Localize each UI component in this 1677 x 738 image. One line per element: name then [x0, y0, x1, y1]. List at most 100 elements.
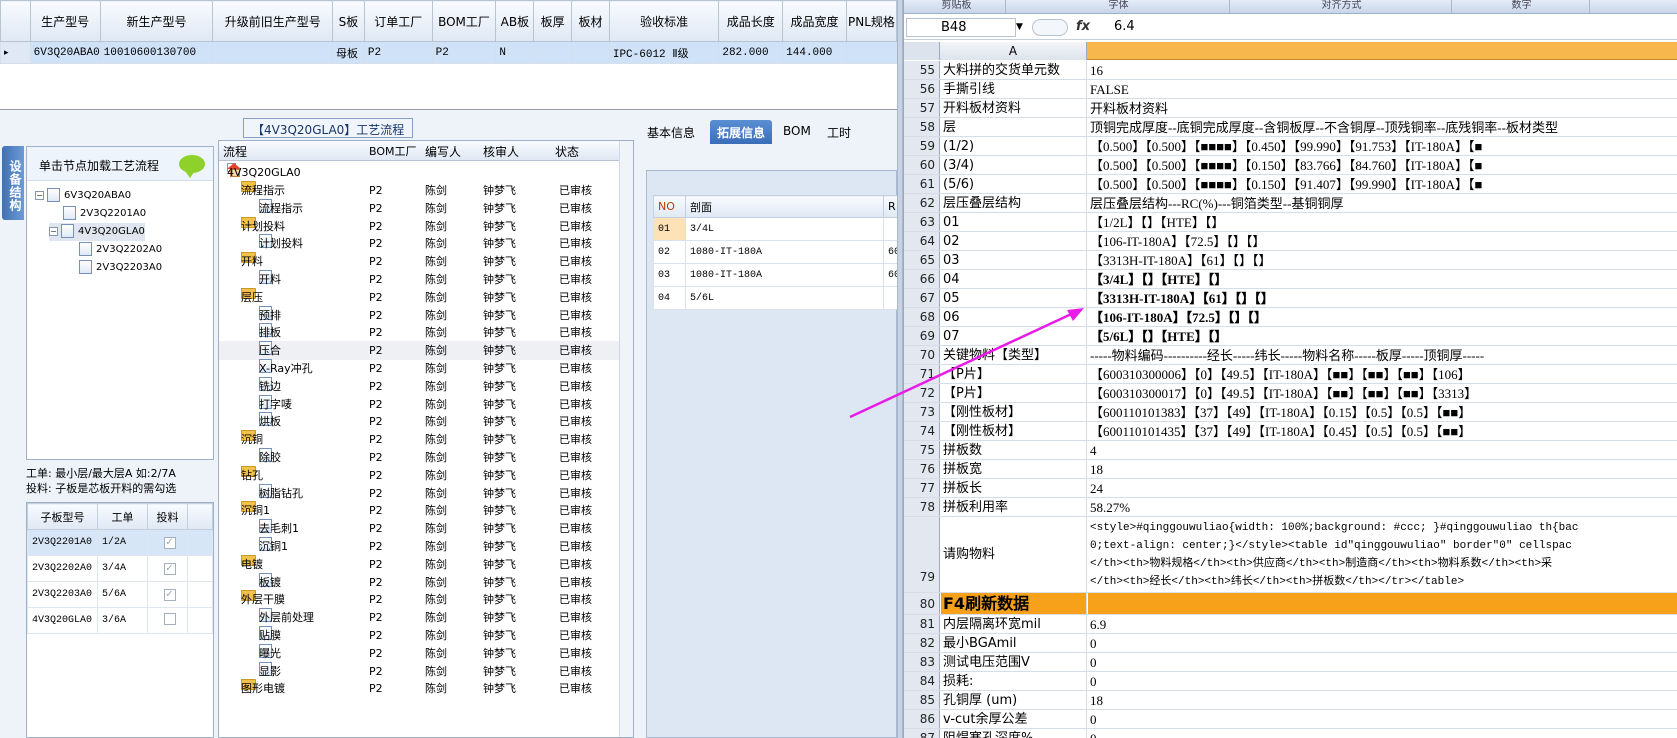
flow-step-row[interactable]: 流程指示 P2 陈剑 钟梦飞 已审核	[219, 198, 619, 218]
cell-b[interactable]: 【600310300017】【0】【49.5】【IT-180A】【■■】【■■】…	[1088, 384, 1677, 402]
cell-a[interactable]: 拼板数	[941, 441, 1087, 459]
product-cell-10[interactable]: 282.000	[718, 41, 784, 64]
feed-checkbox[interactable]: ✓	[163, 536, 176, 549]
cell-b[interactable]: 18	[1088, 460, 1677, 478]
flow-step-row[interactable]: 树脂钻孔 P2 陈剑 钟梦飞 已审核	[219, 483, 619, 503]
flow-root-row[interactable]: −4V3Q20GLA0	[219, 163, 619, 182]
product-cell-3[interactable]: 母板	[332, 41, 365, 64]
flow-step-row[interactable]: 沉铜1 P2 陈剑 钟梦飞 已审核	[219, 537, 619, 556]
section-row[interactable]: 021080-IT-180A60	[653, 240, 897, 264]
product-cell-12[interactable]	[845, 41, 897, 64]
row-number[interactable]: 69	[904, 327, 940, 345]
cell-a[interactable]: 拼板宽	[941, 460, 1087, 478]
cell-a[interactable]: 【刚性板材】	[941, 422, 1087, 440]
row-number[interactable]: 68	[904, 308, 940, 326]
formula-expand-handle[interactable]	[1032, 19, 1068, 36]
section-cell[interactable]: 1080-IT-180A	[685, 263, 884, 287]
cell-b[interactable]: 【600310300006】【0】【49.5】【IT-180A】【■■】【■■】…	[1088, 365, 1677, 383]
cell-b[interactable]: 【106-IT-180A】【72.5】【】【】	[1088, 232, 1677, 250]
product-cell-2[interactable]	[212, 41, 334, 64]
sub-board-row[interactable]: 2V3Q2202A0 3/4A ✓	[27, 555, 213, 582]
row-number[interactable]: 73	[904, 403, 940, 421]
cell-b[interactable]: 层压叠层结构---RC(%)---铜箔类型--基铜铜厚	[1088, 194, 1677, 212]
cell-a[interactable]: 04	[941, 270, 1087, 288]
cell-b[interactable]: 【3/4L】【】【HTE】【】	[1088, 270, 1677, 288]
row-number[interactable]: 61	[904, 175, 940, 193]
product-header-2[interactable]: 升级前旧生产型号	[212, 0, 334, 42]
flow-step-row[interactable]: 曝光 P2 陈剑 钟梦飞 已审核	[219, 643, 619, 663]
product-header-11[interactable]: 成品宽度	[782, 0, 847, 42]
flow-step-row[interactable]: 去毛刺1 P2 陈剑 钟梦飞 已审核	[219, 519, 619, 538]
name-box-dropdown-icon[interactable]: ▼	[1016, 22, 1023, 32]
row-number[interactable]: 63	[904, 213, 940, 231]
flow-step-row[interactable]: 压合 P2 陈剑 钟梦飞 已审核	[219, 341, 619, 361]
cell-a[interactable]: 孔铜厚 (um)	[941, 691, 1087, 709]
ribbon-group-clipboard[interactable]: 剪贴板	[908, 0, 1006, 13]
product-header-9[interactable]: 验收标准	[608, 0, 720, 42]
flow-step-row[interactable]: −流程指示P2陈剑钟梦飞已审核	[219, 181, 619, 200]
cell-b[interactable]: 24	[1088, 479, 1677, 497]
product-header-8[interactable]: 板材	[571, 0, 610, 42]
section-cell[interactable]: 60	[883, 240, 897, 264]
tab-3[interactable]: 工时	[820, 120, 858, 144]
cell-a[interactable]: 请购物料	[941, 517, 1087, 592]
cell-b[interactable]: 顶铜完成厚度--底铜完成厚度--含铜板厚--不含铜厚--顶残铜率--底残铜率--…	[1088, 118, 1677, 136]
product-header-3[interactable]: S板	[332, 0, 365, 42]
cell-b[interactable]: 0	[1088, 634, 1677, 652]
row-number[interactable]: 67	[904, 289, 940, 307]
product-cell-11[interactable]: 144.000	[782, 41, 847, 64]
flow-step-row[interactable]: 除胶 P2 陈剑 钟梦飞 已审核	[219, 448, 619, 467]
cell-a[interactable]: 02	[941, 232, 1087, 250]
sub-board-row[interactable]: 2V3Q2201A0 1/2A ✓	[27, 529, 213, 556]
flow-step-row[interactable]: 显影 P2 陈剑 钟梦飞 已审核	[219, 661, 619, 681]
formula-input[interactable]: 6.4	[1114, 19, 1135, 34]
cell-b[interactable]: 【5/6L】【】【HTE】【】	[1088, 327, 1677, 345]
cell-a[interactable]: 【P片】	[941, 365, 1087, 383]
row-number[interactable]: 72	[904, 384, 940, 402]
product-header-0[interactable]: 生产型号	[29, 0, 101, 42]
row-number[interactable]: 84	[904, 672, 940, 690]
feed-checkbox[interactable]: ✓	[163, 588, 176, 601]
cell-b[interactable]: 0	[1088, 672, 1677, 690]
cell-b[interactable]: 【3313H-IT-180A】【61】【】【】	[1088, 289, 1677, 307]
row-number[interactable]: 56	[904, 80, 940, 98]
column-a-header[interactable]: A	[940, 42, 1087, 60]
row-number[interactable]: 65	[904, 251, 940, 269]
row-number[interactable]: 66	[904, 270, 940, 288]
cell-b[interactable]: FALSE	[1088, 80, 1677, 98]
cell-a[interactable]: 层压叠层结构	[941, 194, 1087, 212]
row-number[interactable]: 64	[904, 232, 940, 250]
cell-a[interactable]: 05	[941, 289, 1087, 307]
cell-a[interactable]: 大料拼的交货单元数	[941, 61, 1087, 79]
cell-a[interactable]: 开料板材资料	[941, 99, 1087, 117]
flow-step-row[interactable]: −钻孔P2陈剑钟梦飞已审核	[219, 465, 619, 485]
section-cell[interactable]	[883, 286, 897, 310]
collapse-icon[interactable]: −	[49, 226, 58, 236]
feed-checkbox[interactable]: ✓	[163, 562, 176, 575]
tab-2[interactable]: BOM	[776, 120, 818, 144]
cell-a[interactable]: 手撕引线	[941, 80, 1087, 98]
cell-b[interactable]: 0	[1088, 710, 1677, 728]
tab-1[interactable]: 拓展信息	[710, 120, 773, 144]
flow-step-row[interactable]: −图形电镀P2陈剑钟梦飞已审核	[219, 679, 619, 698]
sub-board-order[interactable]: 3/4A	[97, 555, 148, 582]
flow-step-row[interactable]: 外层前处理 P2 陈剑 钟梦飞 已审核	[219, 608, 619, 627]
row-number[interactable]: 85	[904, 691, 940, 709]
row-number[interactable]: 55	[904, 61, 940, 79]
flow-step-row[interactable]: 贴膜 P2 陈剑 钟梦飞 已审核	[219, 626, 619, 645]
row-number[interactable]: 78	[904, 498, 940, 516]
flow-step-row[interactable]: −沉铜1P2陈剑钟梦飞已审核	[219, 501, 619, 520]
section-cell[interactable]: 60	[883, 263, 897, 287]
flow-step-row[interactable]: 铣边 P2 陈剑 钟梦飞 已审核	[219, 376, 619, 396]
row-number[interactable]: 62	[904, 194, 940, 212]
product-header-7[interactable]: 板厚	[533, 0, 573, 42]
cell-a[interactable]: 层	[941, 118, 1087, 136]
cell-b[interactable]: 0	[1088, 653, 1677, 671]
row-number[interactable]: 81	[904, 615, 940, 633]
row-number[interactable]: 82	[904, 634, 940, 652]
product-cell-8[interactable]	[571, 41, 610, 64]
product-header-4[interactable]: 订单工厂	[363, 0, 433, 42]
section-cell[interactable]: 1080-IT-180A	[685, 240, 884, 264]
cell-a[interactable]: 最小BGAmil	[941, 634, 1087, 652]
flow-step-row[interactable]: 计划投料 P2 陈剑 钟梦飞 已审核	[219, 234, 619, 253]
